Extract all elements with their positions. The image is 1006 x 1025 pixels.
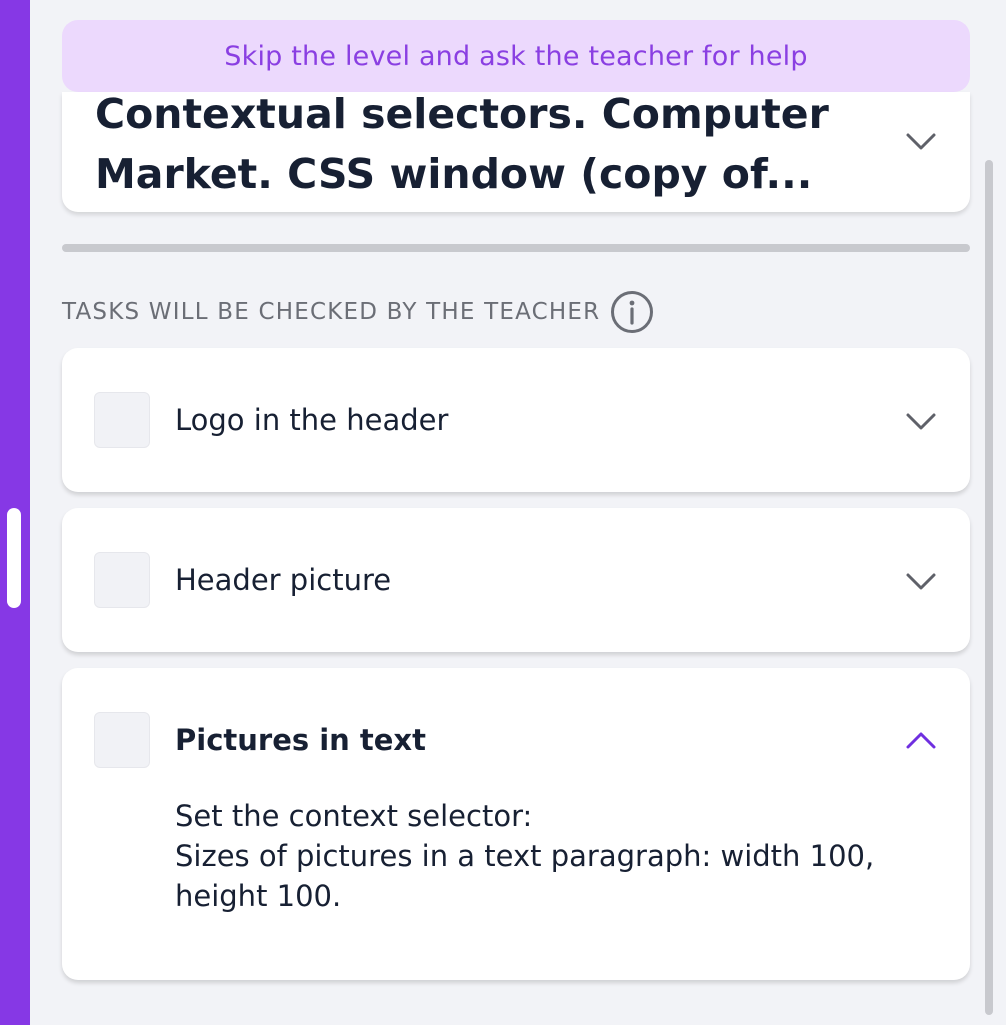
section-divider [62,244,970,252]
task-checkbox[interactable] [94,392,150,448]
skip-level-help-label: Skip the level and ask the teacher for h… [224,40,808,72]
chevron-up-icon[interactable] [904,724,938,758]
task-description: Set the context selector: Sizes of pictu… [175,796,915,916]
chevron-down-icon[interactable] [904,404,938,438]
chevron-down-icon[interactable] [904,124,938,158]
task-card-header-picture[interactable]: Header picture [62,508,970,652]
level-title: Contextual selectors. Computer Market. C… [95,90,829,198]
task-title: Logo in the header [175,403,449,437]
scrollbar[interactable] [985,160,993,1015]
skip-level-help-button[interactable]: Skip the level and ask the teacher for h… [62,20,970,92]
task-checkbox[interactable] [94,552,150,608]
level-title-card[interactable]: Contextual selectors. Computer Market. C… [62,90,970,212]
task-description-line: Sizes of pictures in a text paragraph: w… [175,839,875,913]
task-card-logo-in-header[interactable]: Logo in the header [62,348,970,492]
info-icon[interactable] [610,290,654,334]
task-title: Header picture [175,563,392,597]
panel-resize-handle[interactable] [7,508,21,608]
left-rail [0,0,30,1025]
tasks-section-heading-label: TASKS WILL BE CHECKED BY THE TEACHER [62,299,601,325]
task-title: Pictures in text [175,723,427,757]
task-description-line: Set the context selector: [175,799,533,833]
chevron-down-icon[interactable] [904,564,938,598]
task-checkbox[interactable] [94,712,150,768]
task-card-pictures-in-text[interactable]: Pictures in text Set the context selecto… [62,668,970,980]
tasks-section-heading: TASKS WILL BE CHECKED BY THE TEACHER [62,290,654,334]
